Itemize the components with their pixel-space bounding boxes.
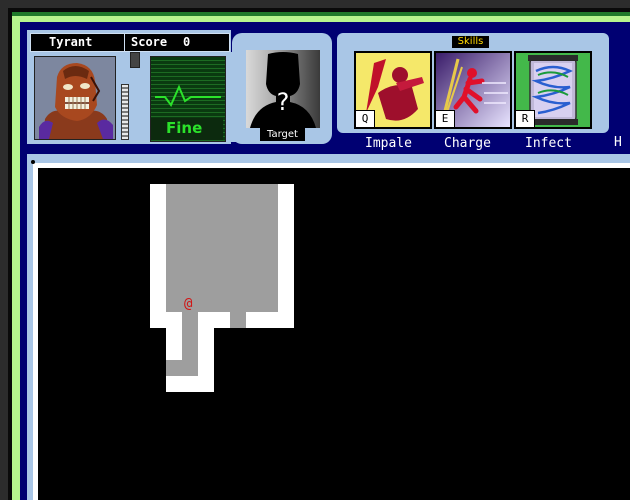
tyrant-portrait-icon [35, 57, 115, 139]
dungeon-map[interactable]: @ [38, 168, 630, 500]
unknown-target-silhouette-icon: ? [250, 52, 316, 128]
score-label: Score [131, 35, 168, 49]
ecg-line-icon [155, 84, 221, 107]
corridor-floor-bend [166, 360, 198, 376]
character-portrait [34, 56, 116, 140]
stamina-meter [121, 84, 129, 140]
skill-name-charge: Charge [444, 136, 491, 151]
frame-rivet [31, 160, 35, 164]
meter-slot [130, 52, 140, 68]
corridor-floor [182, 312, 198, 360]
room-floor [166, 184, 278, 312]
skill-name-infect: Infect [525, 136, 572, 151]
skill-name-impale: Impale [365, 136, 412, 151]
skill-impale-button[interactable]: Q [354, 51, 432, 129]
player-character: @ [184, 296, 193, 312]
skill-infect-button[interactable]: R [514, 51, 592, 129]
cut-off-text: H [614, 135, 622, 150]
skills-title: Skills [452, 36, 489, 48]
character-name: Tyrant [49, 35, 93, 49]
skill-key-e: E [436, 110, 455, 127]
doorway-floor [230, 312, 246, 328]
target-label: Target [260, 128, 305, 141]
target-portrait[interactable]: ? [246, 50, 320, 128]
skill-key-q: Q [356, 110, 375, 127]
target-unknown-mark: ? [277, 88, 290, 116]
name-score-bar: Tyrant Score 0 [30, 33, 230, 52]
name-separator [124, 34, 125, 51]
skill-key-r: R [516, 110, 535, 127]
health-status: Fine [166, 119, 203, 137]
score-value: 0 [183, 35, 191, 49]
skill-charge-button[interactable]: E [434, 51, 512, 129]
health-status-box: Fine [151, 118, 223, 140]
